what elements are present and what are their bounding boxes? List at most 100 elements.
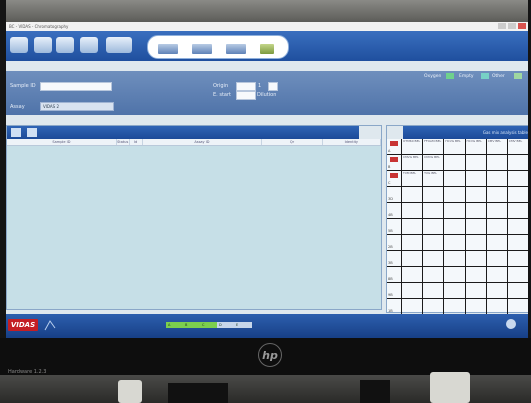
sample-list-body[interactable] — [7, 146, 381, 309]
rack-cell[interactable] — [508, 171, 528, 186]
rack-position[interactable]: 1B — [387, 299, 402, 314]
rack-position[interactable]: 8B — [387, 267, 402, 282]
rack-cell[interactable] — [466, 267, 487, 282]
list-icon[interactable] — [11, 128, 21, 137]
rack-cell[interactable]: TXG BEL — [423, 171, 445, 186]
rack-cell[interactable] — [423, 299, 445, 314]
column-header[interactable]: Identity — [323, 139, 381, 145]
rack-cell[interactable] — [508, 155, 528, 170]
rack-cell[interactable] — [423, 187, 445, 202]
settings-icon[interactable] — [504, 317, 518, 331]
rack-cell[interactable]: CMV BEL — [508, 139, 528, 154]
rack-cell[interactable] — [508, 251, 528, 266]
rack-cell[interactable] — [487, 283, 508, 298]
rack-cell[interactable] — [402, 299, 424, 314]
rack-cell[interactable] — [402, 187, 424, 202]
home-icon[interactable] — [10, 37, 28, 53]
rack-cell[interactable]: TXM BEL — [402, 171, 424, 186]
rack-position[interactable]: 9B — [387, 283, 402, 298]
column-header[interactable]: Status — [117, 139, 130, 145]
rack-cell[interactable] — [508, 283, 528, 298]
rack-cell[interactable] — [444, 267, 466, 282]
rack-cell[interactable] — [508, 235, 528, 250]
rack-cell[interactable] — [444, 283, 466, 298]
rack-cell[interactable] — [466, 299, 487, 314]
module-status-item[interactable]: B — [183, 322, 201, 328]
rack-cell[interactable] — [466, 155, 487, 170]
rack-position[interactable]: 3D — [387, 187, 402, 202]
rack-cell[interactable]: CMV BEL — [487, 139, 508, 154]
extra-field[interactable] — [268, 82, 278, 91]
printer-icon[interactable] — [34, 37, 52, 53]
rack-cell[interactable] — [402, 251, 424, 266]
rack-cell[interactable] — [487, 155, 508, 170]
rack-cell[interactable] — [423, 251, 445, 266]
rack-cell[interactable] — [487, 299, 508, 314]
rack-cell[interactable] — [466, 235, 487, 250]
entry-field[interactable] — [236, 91, 256, 100]
rack-cell[interactable]: CMVG BEL — [423, 155, 445, 170]
rack-cell[interactable] — [487, 187, 508, 202]
flask-icon[interactable] — [56, 37, 74, 53]
rack-cell[interactable] — [444, 187, 466, 202]
rack-cell[interactable] — [423, 235, 445, 250]
module-status-item[interactable]: D — [217, 322, 235, 328]
rack-cell[interactable] — [487, 219, 508, 234]
rack-cell[interactable]: HCVG BEL — [444, 139, 466, 154]
rack-cell[interactable]: HCVG BEL — [466, 139, 487, 154]
rack-cell[interactable] — [487, 267, 508, 282]
minimize-button[interactable] — [498, 23, 506, 29]
rack-cell[interactable] — [402, 267, 424, 282]
column-header[interactable]: Assay ID — [143, 139, 263, 145]
maximize-button[interactable] — [508, 23, 516, 29]
chart-icon[interactable] — [80, 37, 98, 53]
rack-cell[interactable] — [487, 235, 508, 250]
rack-cell[interactable] — [444, 299, 466, 314]
rack-cell[interactable] — [402, 203, 424, 218]
rack-cell[interactable] — [466, 187, 487, 202]
rack-cell[interactable] — [466, 171, 487, 186]
rack-cell[interactable] — [508, 267, 528, 282]
rack-cell[interactable]: FFOAM BEL — [423, 139, 445, 154]
rack-cell[interactable] — [508, 203, 528, 218]
module-status-item[interactable]: C — [200, 322, 218, 328]
rack-cell[interactable] — [423, 283, 445, 298]
rack-cell[interactable] — [423, 219, 445, 234]
rack-icon[interactable] — [226, 44, 246, 54]
rack-position[interactable]: 3B — [387, 251, 402, 266]
rack-cell[interactable] — [444, 235, 466, 250]
rack-position[interactable]: A — [387, 139, 402, 154]
column-header[interactable]: Sample ID — [7, 139, 117, 145]
sample-id-field[interactable] — [40, 82, 112, 91]
rack-position[interactable]: 5B — [387, 219, 402, 234]
rack-cell[interactable] — [508, 187, 528, 202]
module-status-item[interactable]: A — [166, 322, 184, 328]
column-header[interactable]: Id — [130, 139, 143, 145]
rack-cell[interactable] — [444, 203, 466, 218]
module-status-item[interactable]: E — [234, 322, 252, 328]
rack-cell[interactable] — [444, 219, 466, 234]
rack-position[interactable]: 2B — [387, 235, 402, 250]
rack-cell[interactable]: OTM60 BEL — [402, 139, 424, 154]
rack-cell[interactable] — [466, 251, 487, 266]
rack-cell[interactable] — [444, 155, 466, 170]
rack-cell[interactable] — [487, 251, 508, 266]
assay-select[interactable]: VIDAS 2 — [40, 102, 114, 111]
rack-position[interactable]: 4B — [387, 203, 402, 218]
rack-cell[interactable] — [423, 267, 445, 282]
instrument-icon[interactable] — [106, 37, 132, 53]
rack-cell[interactable] — [423, 203, 445, 218]
edit-icon[interactable] — [27, 128, 37, 137]
book-icon[interactable] — [260, 44, 274, 54]
rack-cell[interactable] — [508, 299, 528, 314]
rack-cell[interactable]: CMVG BEL — [402, 155, 424, 170]
rack-icon[interactable] — [192, 44, 212, 54]
rack-cell[interactable] — [466, 283, 487, 298]
rack-cell[interactable] — [466, 203, 487, 218]
rack-position[interactable]: B — [387, 155, 402, 170]
rack-cell[interactable] — [466, 219, 487, 234]
rack-cell[interactable] — [487, 171, 508, 186]
rack-cell[interactable] — [444, 171, 466, 186]
close-button[interactable] — [518, 23, 526, 29]
rack-cell[interactable] — [402, 283, 424, 298]
